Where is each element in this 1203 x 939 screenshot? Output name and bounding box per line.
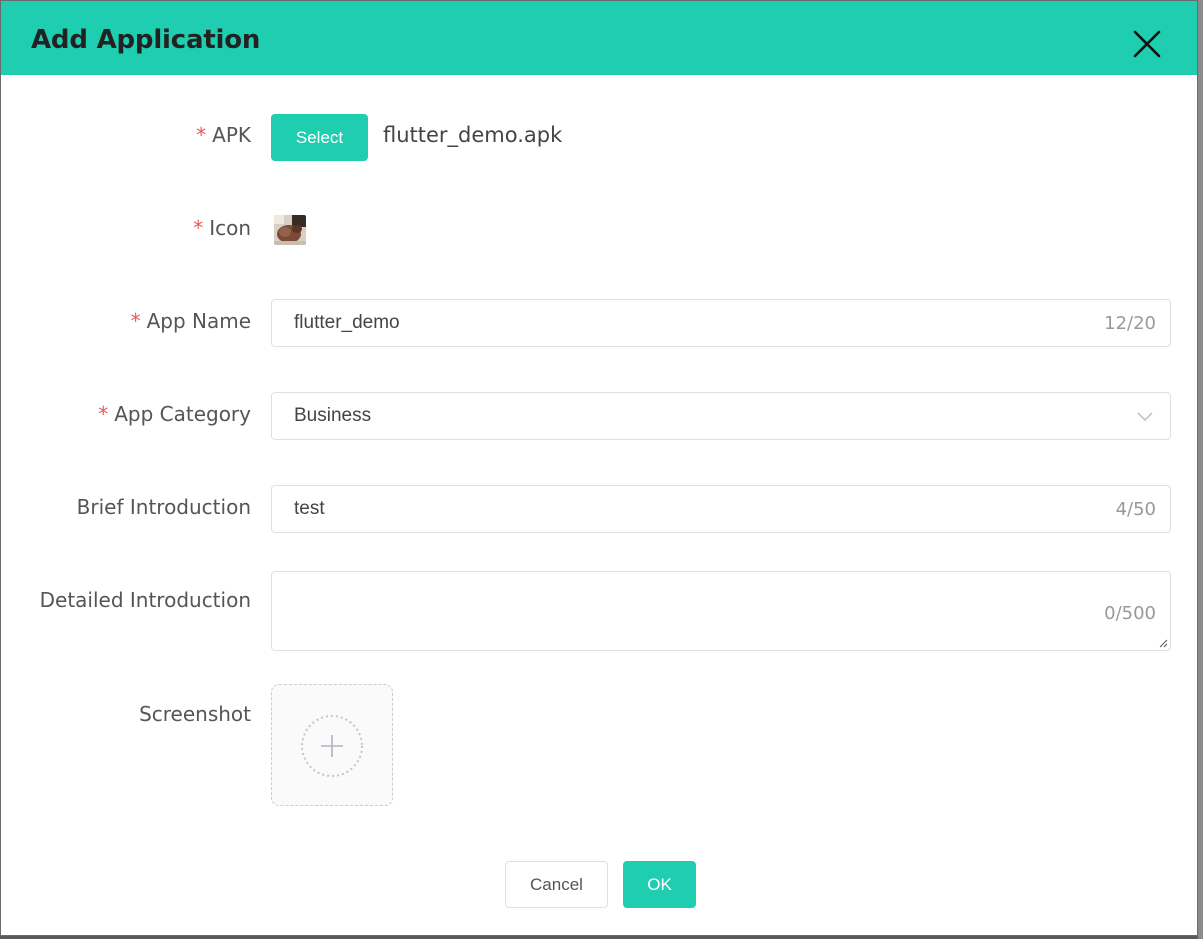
apk-label: * APK <box>196 123 251 147</box>
app-category-value: Business <box>294 405 372 426</box>
dialog-title: Add Application <box>31 25 261 55</box>
app-name-value: flutter_demo <box>294 312 400 333</box>
page-backdrop <box>1198 0 1203 939</box>
required-marker: * <box>98 402 109 426</box>
detailed-introduction-label: Detailed Introduction <box>39 588 251 612</box>
brief-introduction-input[interactable]: test 4/50 <box>271 485 1171 533</box>
icon-label-text: Icon <box>209 216 251 240</box>
apk-label-text: APK <box>212 123 251 147</box>
close-button[interactable] <box>1129 26 1165 62</box>
screenshot-label: Screenshot <box>139 702 251 726</box>
close-icon <box>1133 30 1161 58</box>
required-marker: * <box>130 309 141 333</box>
app-icon-thumbnail <box>274 215 306 245</box>
apk-file-name: flutter_demo.apk <box>383 123 563 147</box>
detailed-introduction-counter: 0/500 <box>1104 603 1156 624</box>
detailed-introduction-textarea[interactable]: 0/500 <box>271 571 1171 651</box>
app-name-label-text: App Name <box>146 309 251 333</box>
app-category-label-text: App Category <box>114 402 251 426</box>
app-name-input[interactable]: flutter_demo 12/20 <box>271 299 1171 347</box>
select-apk-button[interactable]: Select <box>271 114 368 161</box>
app-name-label: * App Name <box>131 309 251 333</box>
cancel-button[interactable]: Cancel <box>505 861 608 908</box>
app-category-label: * App Category <box>98 402 251 426</box>
dialog-header: Add Application <box>1 1 1197 75</box>
app-category-select[interactable]: Business <box>271 392 1171 440</box>
brief-introduction-value: test <box>294 498 325 519</box>
chevron-down-icon <box>1137 412 1153 422</box>
plus-icon <box>301 715 363 777</box>
icon-label: * Icon <box>193 216 251 240</box>
required-marker: * <box>193 216 204 240</box>
resize-handle-icon[interactable] <box>1158 638 1168 648</box>
brief-introduction-label: Brief Introduction <box>76 495 251 519</box>
brief-introduction-counter: 4/50 <box>1115 499 1156 520</box>
add-application-dialog: Add Application * APK Select flutter_demo… <box>0 0 1198 936</box>
screenshot-upload-button[interactable] <box>271 684 393 806</box>
app-name-counter: 12/20 <box>1104 313 1156 334</box>
ok-button[interactable]: OK <box>623 861 696 908</box>
required-marker: * <box>196 123 207 147</box>
